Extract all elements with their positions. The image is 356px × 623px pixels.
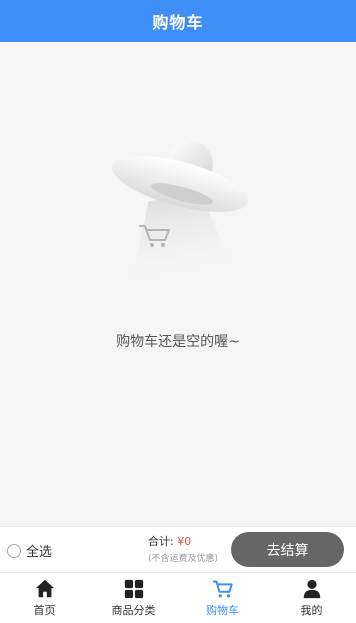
select-all-radio[interactable]: [7, 543, 21, 558]
empty-cart-message: 购物车还是空的喔~: [116, 334, 240, 350]
tab-cart[interactable]: 购物车: [178, 573, 267, 623]
tab-categories-label: 商品分类: [111, 604, 156, 617]
tab-home-label: 首页: [33, 604, 56, 617]
bottom-tab-bar: 首页 商品分类 购物车 我的: [0, 572, 356, 623]
user-icon: [303, 579, 320, 599]
total-note: (不含运费及优惠): [148, 554, 219, 564]
select-all-toggle[interactable]: 全选: [7, 541, 52, 560]
tab-categories[interactable]: 商品分类: [89, 573, 178, 623]
select-all-label: 全选: [26, 545, 53, 560]
ufo-cart-icon: [112, 141, 248, 286]
cart-empty-area: 购物车还是空的喔~: [0, 42, 356, 526]
grid-icon: [124, 579, 143, 599]
total-price: ¥0: [177, 535, 192, 548]
home-icon: [35, 579, 54, 598]
tab-home[interactable]: 首页: [0, 573, 89, 623]
cart-icon: [212, 580, 233, 598]
checkout-bar: 全选 合计: ¥0 (不含运费及优惠) 去结算: [0, 526, 356, 573]
tab-profile[interactable]: 我的: [267, 573, 356, 623]
total-summary: 合计: ¥0: [148, 533, 191, 549]
page-header: 购物车: [0, 0, 356, 42]
tab-profile-label: 我的: [300, 604, 323, 617]
tab-cart-label: 购物车: [206, 604, 239, 617]
checkout-button[interactable]: 去结算: [231, 532, 344, 567]
page-title: 购物车: [152, 13, 204, 32]
total-label: 合计:: [148, 535, 174, 548]
